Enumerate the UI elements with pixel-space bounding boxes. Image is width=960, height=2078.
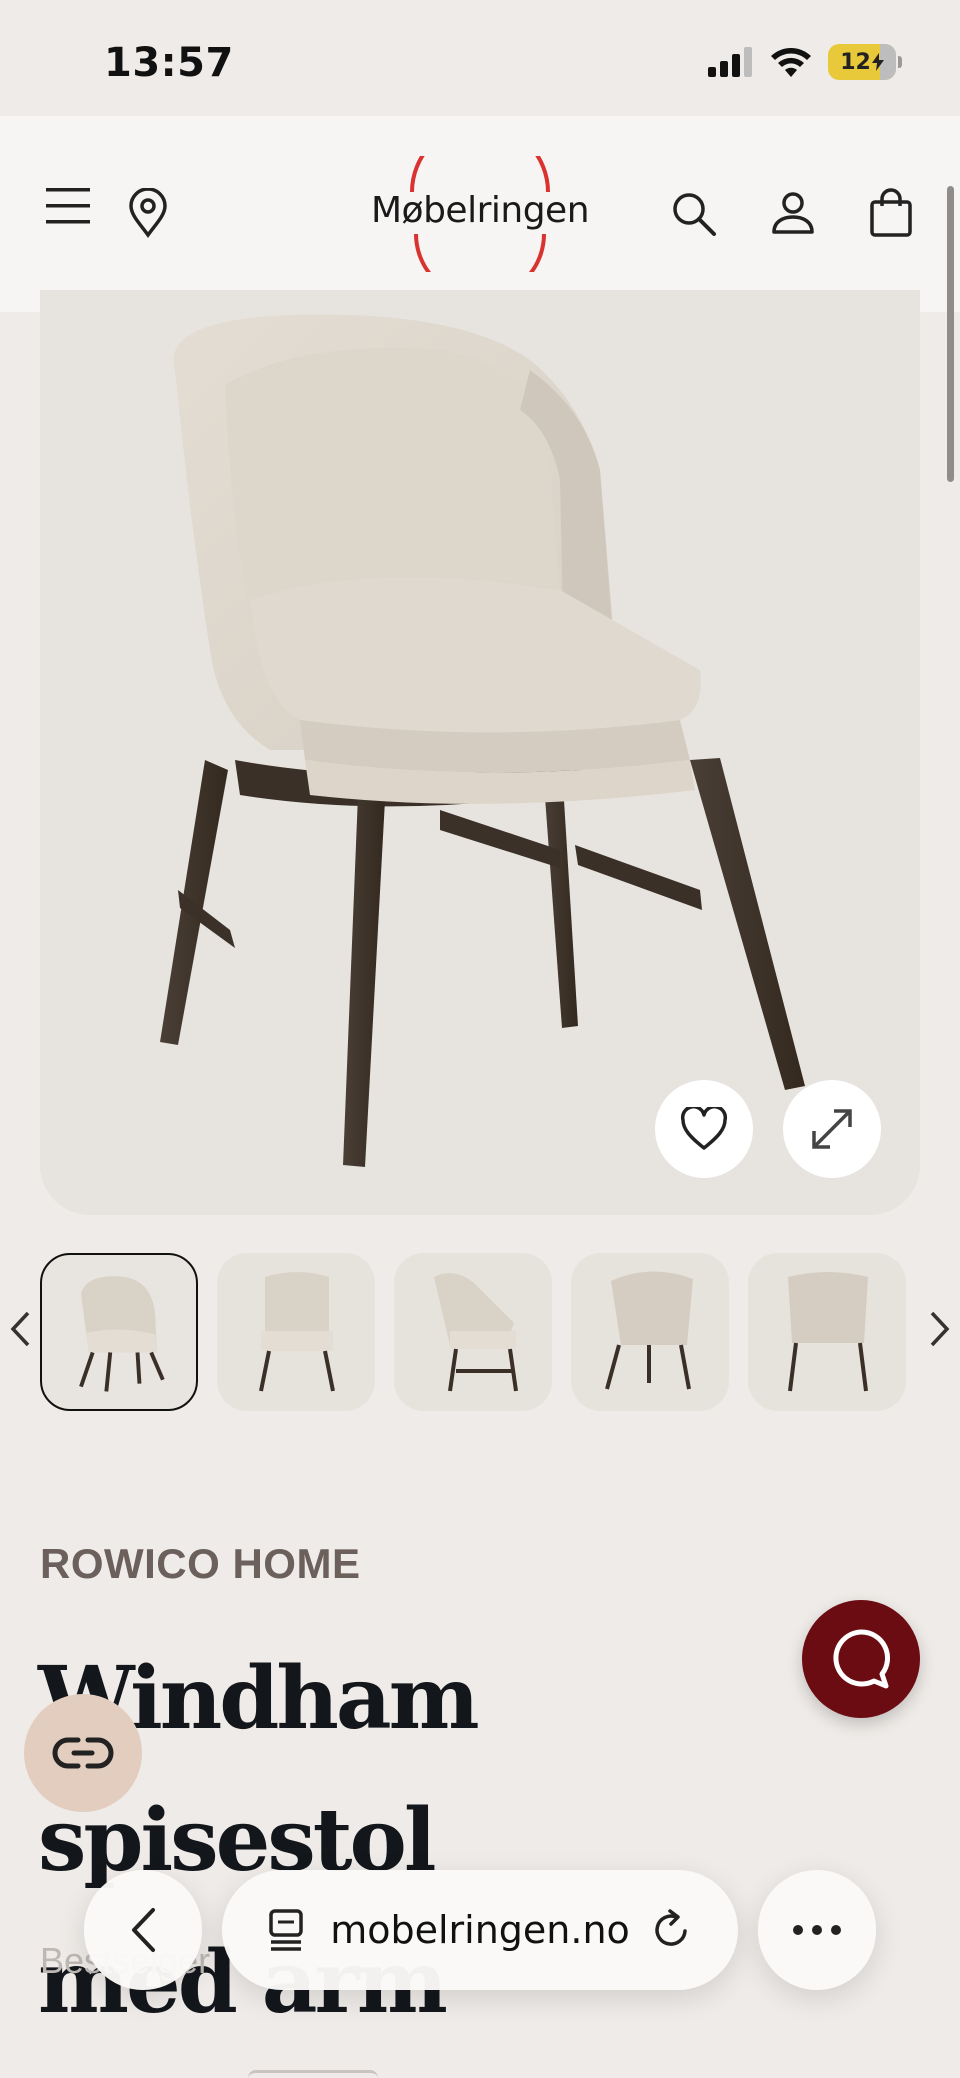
chat-button[interactable] [802, 1600, 920, 1718]
location-pin-icon[interactable] [128, 188, 168, 238]
thumbnail-3[interactable] [394, 1253, 552, 1411]
more-icon [793, 1925, 841, 1935]
chat-icon [833, 1629, 891, 1689]
expand-image-button[interactable] [783, 1080, 881, 1178]
battery-level: 12 [840, 49, 871, 75]
back-button[interactable] [84, 1870, 202, 1990]
thumbnail-5[interactable] [748, 1253, 906, 1411]
search-icon[interactable] [670, 190, 718, 238]
status-bar: 13:57 12 [0, 0, 960, 116]
heart-icon [680, 1107, 728, 1150]
address-bar[interactable]: mobelringen.no [222, 1870, 738, 1990]
thumbnail-4[interactable] [571, 1253, 729, 1411]
wifi-icon [771, 48, 811, 77]
product-image[interactable] [40, 290, 920, 1215]
product-brand[interactable]: ROWICO HOME [40, 1540, 360, 1588]
favorite-button[interactable] [655, 1080, 753, 1178]
menu-icon[interactable] [46, 184, 92, 228]
shopping-bag-icon[interactable] [870, 188, 912, 238]
site-logo[interactable]: Møbelringen [360, 156, 600, 272]
chevron-left-icon[interactable] [8, 1309, 32, 1349]
thumbnail-carousel [0, 1253, 960, 1413]
thumbnail-2[interactable] [217, 1253, 375, 1411]
partial-element [248, 2070, 378, 2078]
user-icon[interactable] [772, 192, 814, 236]
chevron-right-icon[interactable] [928, 1309, 952, 1349]
more-button[interactable] [758, 1870, 876, 1990]
battery-indicator: 12 [828, 44, 902, 80]
scrollbar[interactable] [947, 186, 954, 482]
back-chevron-icon [132, 1908, 155, 1952]
url-text[interactable]: mobelringen.no [330, 1908, 630, 1952]
link-icon [52, 1737, 114, 1769]
signal-icon [708, 47, 752, 77]
expand-icon [812, 1109, 852, 1149]
thumbnail-1[interactable] [40, 1253, 198, 1411]
charging-icon [871, 53, 884, 71]
link-button[interactable] [24, 1694, 142, 1812]
reload-icon[interactable] [652, 1909, 692, 1951]
status-time: 13:57 [104, 40, 234, 86]
page-menu-icon[interactable] [268, 1908, 308, 1952]
logo-text: Møbelringen [370, 190, 590, 231]
chair-illustration [160, 314, 805, 1167]
status-icons: 12 [708, 44, 902, 80]
browser-toolbar: mobelringen.no [0, 1870, 960, 2000]
